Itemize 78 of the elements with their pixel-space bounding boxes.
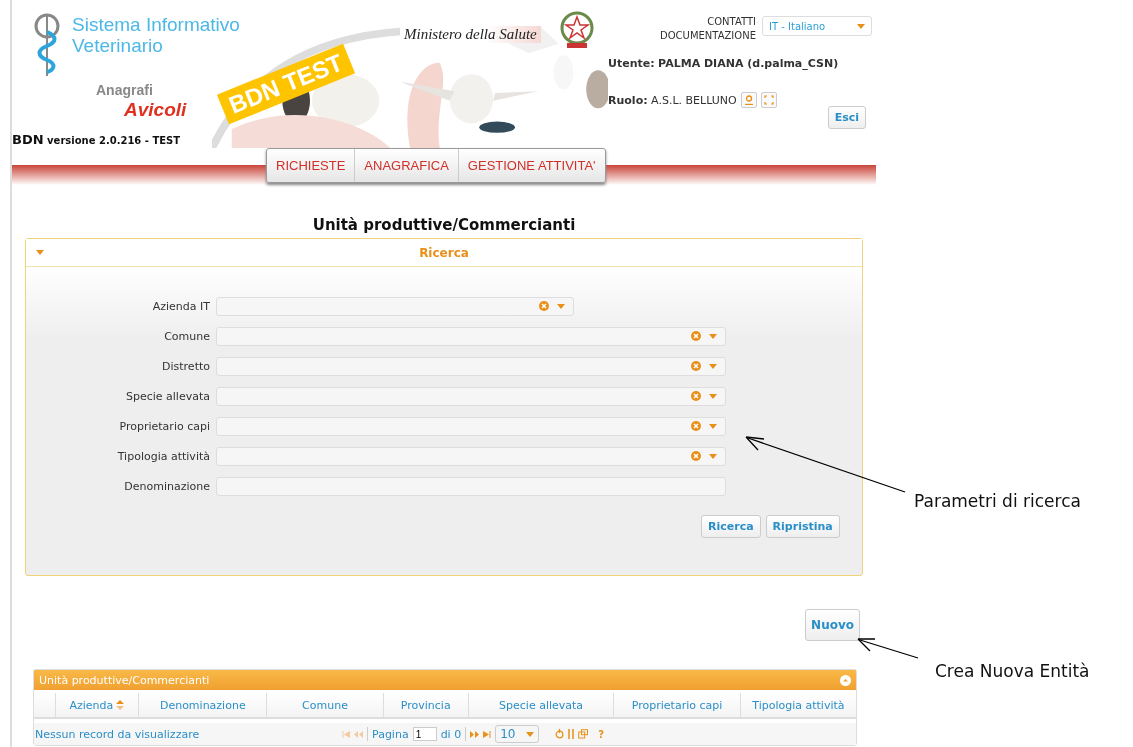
combo-field[interactable] — [216, 356, 726, 376]
language-select[interactable]: IT - Italiano — [762, 16, 872, 36]
clear-icon[interactable] — [539, 301, 549, 311]
clear-icon[interactable] — [691, 331, 701, 341]
dropdown-icon[interactable] — [709, 423, 717, 429]
columns-icon[interactable] — [568, 729, 575, 739]
collapse-icon[interactable] — [840, 674, 851, 686]
dropdown-icon[interactable] — [709, 333, 717, 339]
first-page-icon[interactable] — [342, 730, 350, 738]
combo-field[interactable] — [216, 296, 574, 316]
page-total: di 0 — [440, 727, 462, 741]
new-button[interactable]: Nuovo — [805, 609, 860, 641]
page-field[interactable]: 1 — [412, 727, 437, 741]
clear-icon[interactable] — [691, 391, 701, 401]
column-header[interactable]: Tipologia attività — [740, 693, 856, 717]
clear-icon[interactable] — [691, 451, 701, 461]
dropdown-icon[interactable] — [557, 303, 565, 309]
column-header[interactable]: Provincia — [383, 693, 469, 717]
user-info: Utente: PALMA DIANA (d.palma_CSN) — [608, 57, 839, 70]
field-label: Denominazione — [123, 479, 211, 493]
status-text: Nessun record da visualizzare — [34, 727, 200, 741]
field-label: Tipologia attività — [116, 449, 211, 463]
menu-tab[interactable]: ANAGRAFICA — [355, 149, 459, 182]
registry-title: Anagrafi — [96, 82, 153, 98]
dropdown-icon[interactable] — [709, 453, 717, 459]
version-label: versione 2.0.216 - TEST — [47, 135, 181, 146]
panel-header[interactable]: Ricerca — [26, 239, 862, 267]
annotation-text: Parametri di ricerca — [914, 491, 1081, 511]
help-link[interactable]: ? — [598, 728, 604, 740]
app-name: BDN — [12, 132, 44, 147]
header-link[interactable]: CONTATTI — [707, 16, 756, 27]
combo-field[interactable] — [216, 446, 726, 466]
annotation-arrow — [857, 638, 919, 659]
header-link[interactable]: DOCUMENTAZIONE — [660, 30, 756, 41]
column-header[interactable]: Denominazione — [139, 693, 268, 717]
dropdown-icon[interactable] — [709, 393, 717, 399]
user-icon[interactable] — [740, 92, 757, 108]
registry-subtitle: Avicoli — [124, 99, 187, 121]
menu-tab[interactable]: RICHIESTE — [267, 149, 356, 182]
page-title: Unità produttive/Commercianti — [311, 216, 577, 234]
column-header[interactable]: Proprietario capi — [614, 693, 741, 717]
page-size-select[interactable]: 10 — [495, 725, 540, 743]
search-button[interactable]: Ricerca — [701, 515, 761, 538]
field-label: Comune — [163, 329, 211, 343]
next-page-icon[interactable] — [470, 730, 480, 738]
combo-field[interactable] — [216, 386, 726, 406]
page-label: Pagina — [372, 727, 409, 741]
clear-icon[interactable] — [691, 361, 701, 371]
popout-icon[interactable] — [578, 729, 589, 739]
field-label: Distretto — [161, 359, 211, 373]
refresh-icon[interactable] — [555, 729, 565, 739]
ministry-name: Ministero della Salute — [400, 26, 541, 43]
field-label: Proprietario capi — [118, 419, 211, 433]
sort-icon[interactable] — [116, 700, 125, 710]
expand-icon[interactable] — [760, 92, 777, 108]
toggle-icon[interactable] — [36, 250, 44, 255]
field-label: Specie allevata — [124, 389, 211, 403]
system-name: Sistema Informativo — [72, 14, 240, 35]
logout-button[interactable]: Esci — [827, 106, 866, 129]
role-info: Ruolo: A.S.L. BELLUNO — [608, 93, 737, 107]
column-header[interactable]: Specie allevata — [468, 693, 615, 717]
system-name: Veterinario — [72, 35, 164, 56]
column-header[interactable]: Comune — [267, 693, 384, 717]
menu-tab[interactable]: GESTIONE ATTIVITA' — [458, 149, 605, 182]
search-button[interactable]: Ripristina — [765, 515, 840, 538]
clear-icon[interactable] — [691, 421, 701, 431]
column-header[interactable]: Azienda — [55, 693, 140, 717]
field-label: Azienda IT — [151, 299, 211, 313]
text-field[interactable] — [216, 476, 726, 496]
previous-page-icon[interactable] — [354, 730, 363, 738]
emblem-icon — [560, 10, 594, 50]
combo-field[interactable] — [216, 326, 726, 346]
annotation-text: Crea Nuova Entità — [935, 661, 1090, 681]
dropdown-icon[interactable] — [709, 363, 717, 369]
combo-field[interactable] — [216, 416, 726, 436]
caduceus-icon — [32, 12, 62, 78]
last-page-icon[interactable] — [483, 730, 492, 738]
grid-title: Unità produttive/Commercianti — [39, 673, 210, 687]
